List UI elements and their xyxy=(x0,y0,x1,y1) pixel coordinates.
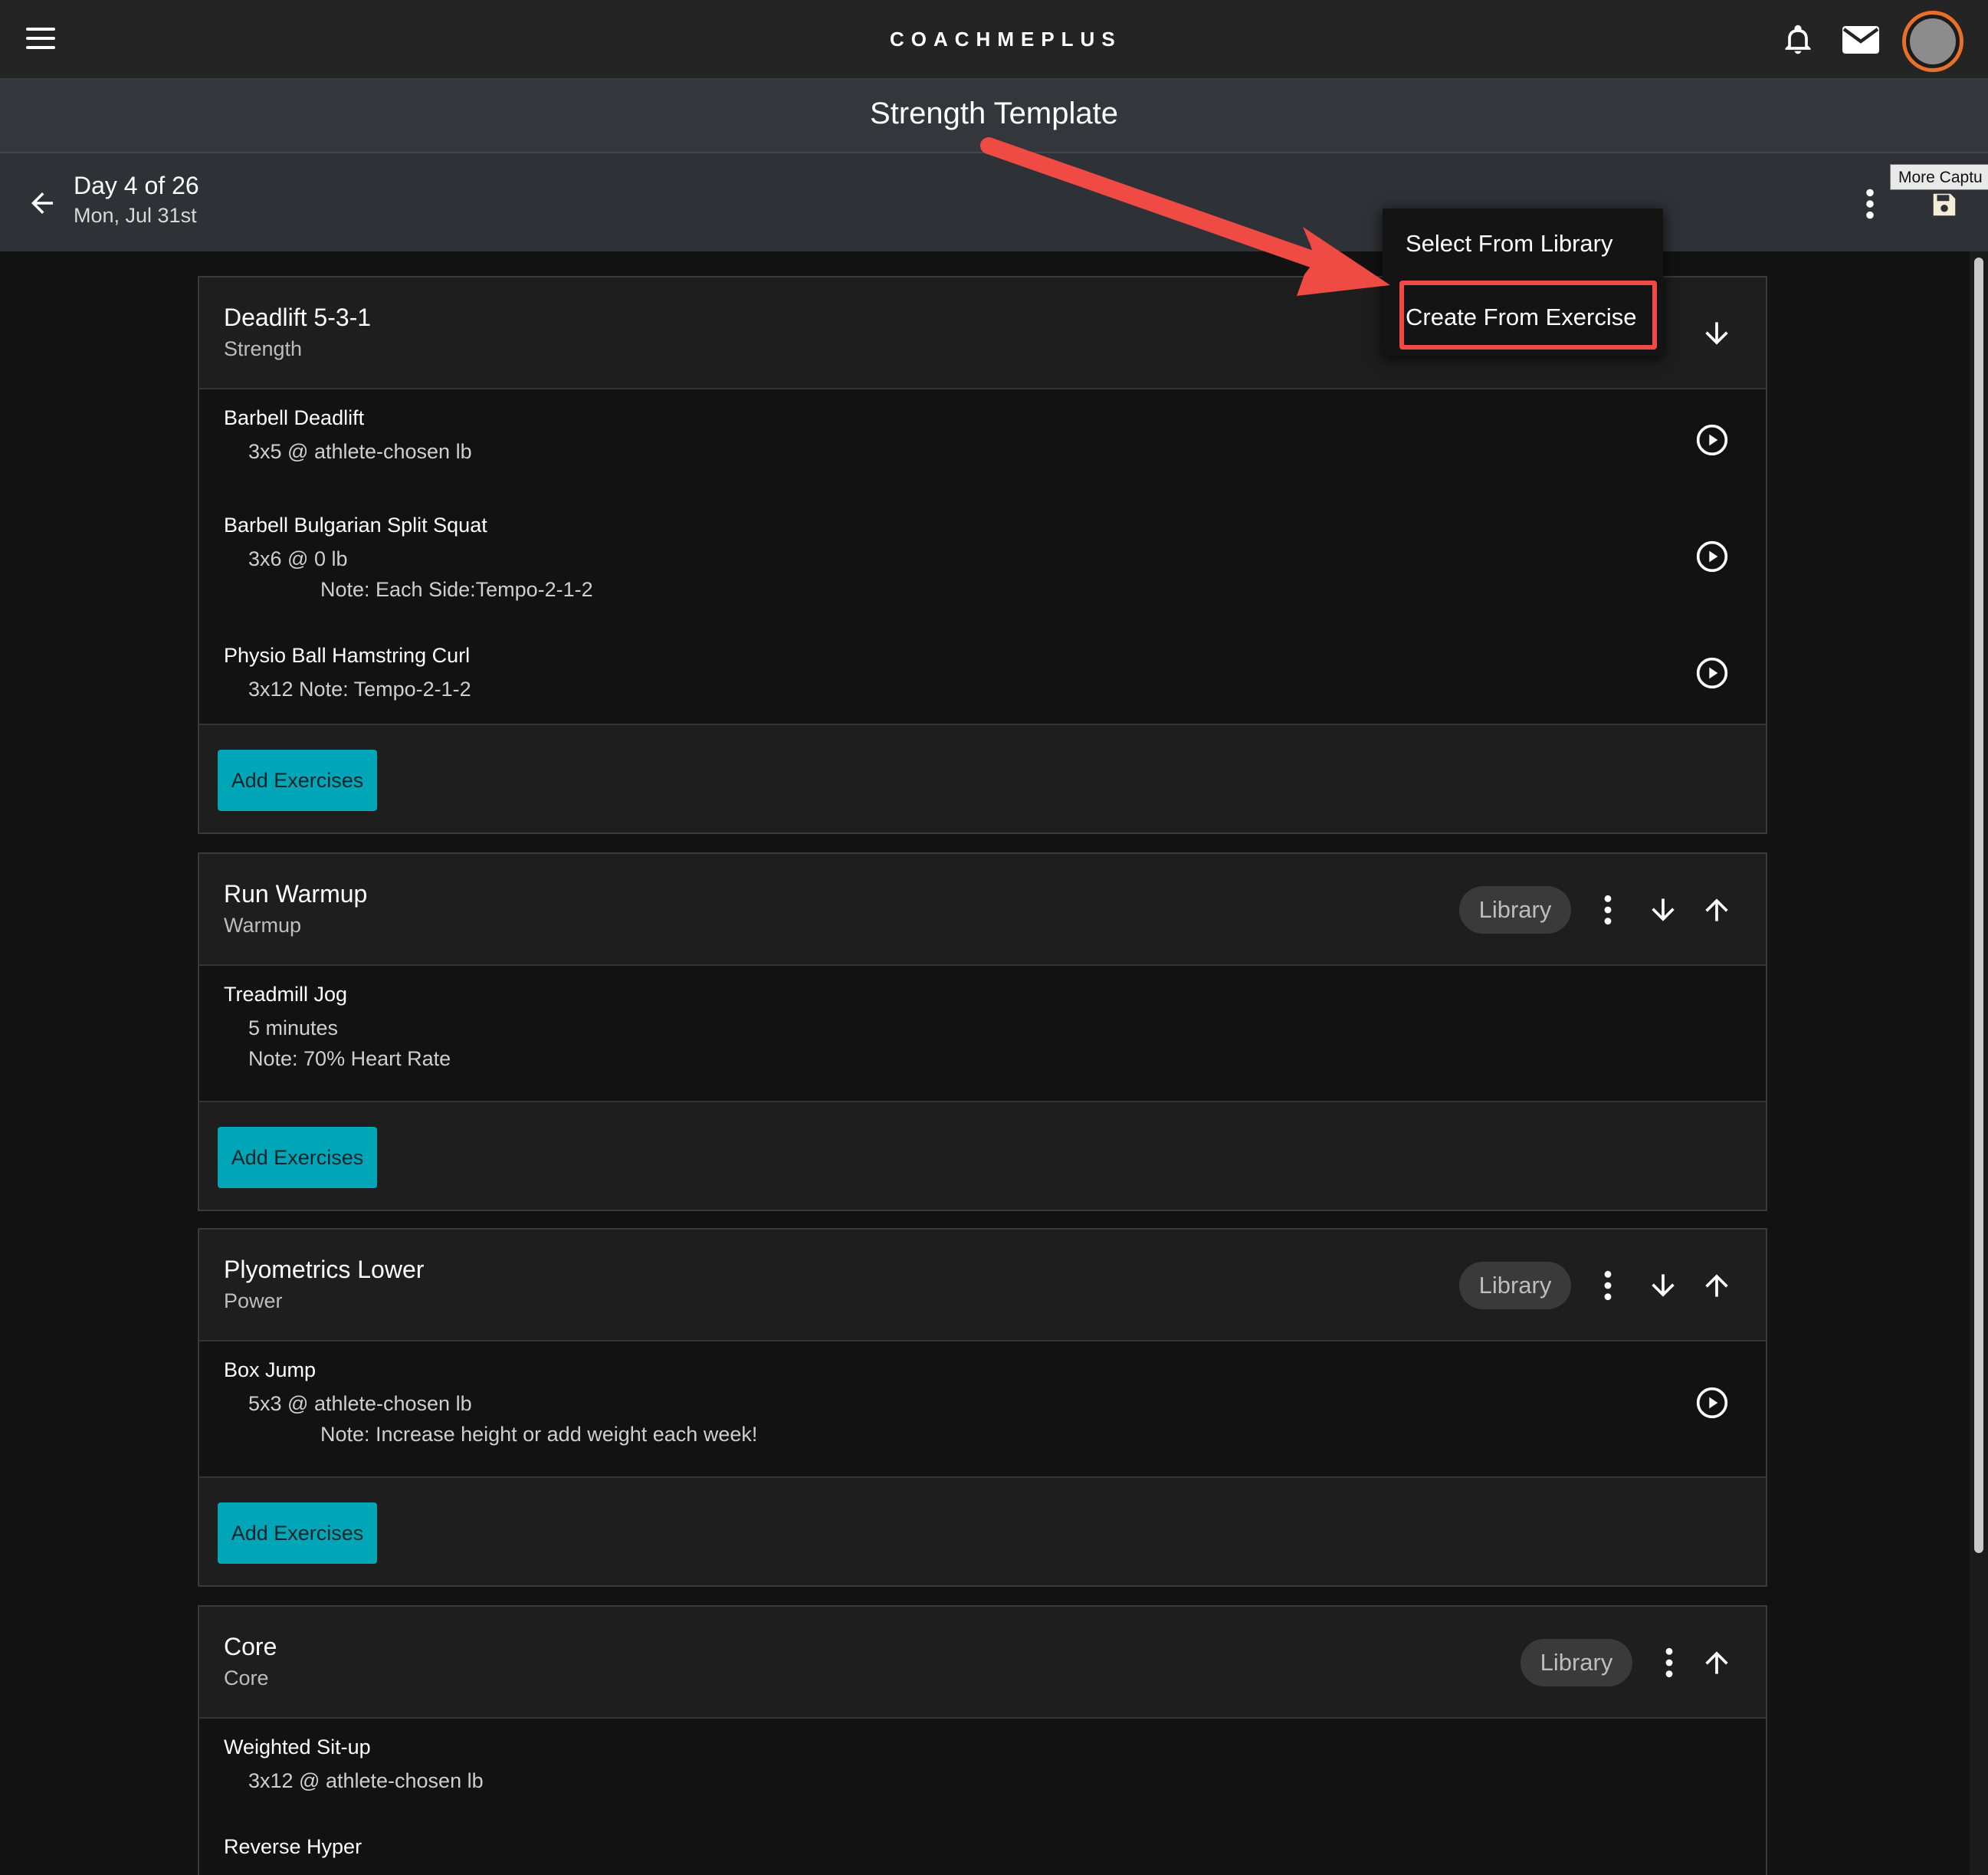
day-title: Day 4 of 26 xyxy=(74,172,199,199)
move-down-arrow-icon[interactable] xyxy=(1700,317,1734,350)
exercise-prescription: 3x12 Note: Tempo-2-1-2 xyxy=(248,678,471,701)
play-video-icon[interactable] xyxy=(1695,540,1729,573)
top-app-bar: COACHMEPLUS xyxy=(0,0,1988,80)
exercise-name: Weighted Sit-up xyxy=(224,1735,371,1758)
exercise-prescription: 3x5 @ athlete-chosen lb xyxy=(248,440,472,463)
library-chip[interactable]: Library xyxy=(1459,1262,1571,1309)
list-item[interactable]: Weighted Sit-up 3x12 @ athlete-chosen lb xyxy=(199,1719,1766,1818)
workout-content: Deadlift 5-3-1 Strength Barbell Deadlift… xyxy=(0,251,1970,1875)
move-up-arrow-icon[interactable] xyxy=(1700,1269,1734,1302)
list-item[interactable]: Box Jump 5x3 @ athlete-chosen lb Note: I… xyxy=(199,1341,1766,1476)
exercise-prescription: 3x6 @ 0 lb xyxy=(248,547,348,570)
save-icon[interactable] xyxy=(1930,190,1959,219)
exercise-name: Box Jump xyxy=(224,1358,317,1381)
section-core: Core Core Library Weighted Sit-up 3x12 @… xyxy=(198,1605,1767,1875)
section-category: Warmup xyxy=(224,914,302,937)
add-exercises-button[interactable]: Add Exercises xyxy=(218,1127,377,1188)
more-options-icon[interactable] xyxy=(1652,1646,1686,1680)
section-title: Run Warmup xyxy=(224,880,368,908)
exercise-list: Barbell Deadlift 3x5 @ athlete-chosen lb… xyxy=(199,389,1766,724)
exercise-note: Note: Increase height or add weight each… xyxy=(320,1423,758,1446)
exercise-note: Note: Each Side:Tempo-2-1-2 xyxy=(320,578,593,601)
exercise-list: Weighted Sit-up 3x12 @ athlete-chosen lb… xyxy=(199,1719,1766,1875)
section-header: Plyometrics Lower Power Library xyxy=(199,1230,1766,1341)
template-title-bar: Strength Template xyxy=(0,80,1988,153)
list-item[interactable]: Treadmill Jog 5 minutes Note: 70% Heart … xyxy=(199,966,1766,1101)
section-category: Power xyxy=(224,1289,283,1312)
exercise-prescription: 5x3 @ athlete-chosen lb xyxy=(248,1392,472,1415)
section-footer: Add Exercises xyxy=(199,1101,1766,1211)
move-down-arrow-icon[interactable] xyxy=(1646,1269,1680,1302)
library-chip[interactable]: Library xyxy=(1459,886,1571,934)
add-exercises-button[interactable]: Add Exercises xyxy=(218,750,377,811)
list-item[interactable]: Physio Ball Hamstring Curl 3x12 Note: Te… xyxy=(199,627,1766,724)
section-plyometrics-lower: Plyometrics Lower Power Library Box Jump… xyxy=(198,1228,1767,1587)
section-title: Plyometrics Lower xyxy=(224,1256,425,1283)
section-title: Deadlift 5-3-1 xyxy=(224,304,372,331)
page-title: Strength Template xyxy=(870,97,1118,130)
section-deadlift: Deadlift 5-3-1 Strength Barbell Deadlift… xyxy=(198,276,1767,834)
messages-mail-icon[interactable] xyxy=(1842,26,1879,54)
section-header: Run Warmup Warmup Library xyxy=(199,854,1766,966)
app-logo[interactable]: COACHMEPLUS xyxy=(881,28,1115,51)
play-video-icon[interactable] xyxy=(1695,1386,1729,1420)
day-navigation-bar: Day 4 of 26 Mon, Jul 31st xyxy=(0,153,1988,251)
menu-item-select-from-library[interactable]: Select From Library xyxy=(1406,230,1612,258)
exercise-name: Treadmill Jog xyxy=(224,983,348,1006)
exercise-name: Barbell Deadlift xyxy=(224,406,365,429)
hamburger-menu-icon[interactable] xyxy=(26,25,60,54)
exercise-list: Treadmill Jog 5 minutes Note: 70% Heart … xyxy=(199,966,1766,1101)
exercise-note: Note: 70% Heart Rate xyxy=(248,1047,451,1070)
more-options-icon[interactable] xyxy=(1591,1269,1625,1302)
exercise-name: Reverse Hyper xyxy=(224,1835,362,1858)
annotation-highlight-box xyxy=(1399,281,1657,350)
exercise-name: Physio Ball Hamstring Curl xyxy=(224,644,471,667)
library-chip[interactable]: Library xyxy=(1521,1639,1632,1686)
user-avatar[interactable] xyxy=(1902,11,1963,72)
notifications-bell-icon[interactable] xyxy=(1781,21,1815,58)
move-down-arrow-icon[interactable] xyxy=(1646,893,1680,927)
list-item[interactable]: Barbell Bulgarian Split Squat 3x6 @ 0 lb… xyxy=(199,497,1766,627)
logo-mark-icon xyxy=(881,29,884,49)
move-up-arrow-icon[interactable] xyxy=(1700,893,1734,927)
exercise-name: Barbell Bulgarian Split Squat xyxy=(224,514,487,537)
exercise-prescription: 5 minutes xyxy=(248,1016,339,1039)
exercise-list: Box Jump 5x3 @ athlete-chosen lb Note: I… xyxy=(199,1341,1766,1476)
scrollbar-thumb[interactable] xyxy=(1974,258,1983,1553)
list-item[interactable]: Reverse Hyper xyxy=(199,1818,1766,1875)
logo-text: COACHMEPLUS xyxy=(890,27,1122,51)
section-title: Core xyxy=(224,1633,277,1660)
section-footer: Add Exercises xyxy=(199,1476,1766,1587)
section-footer: Add Exercises xyxy=(199,724,1766,834)
section-run-warmup: Run Warmup Warmup Library Treadmill Jog … xyxy=(198,852,1767,1211)
play-video-icon[interactable] xyxy=(1695,423,1729,457)
more-options-icon[interactable] xyxy=(1591,893,1625,927)
back-arrow-icon[interactable] xyxy=(26,187,58,219)
section-header: Core Core Library xyxy=(199,1607,1766,1719)
tooltip: More Captu xyxy=(1890,164,1988,190)
section-category: Core xyxy=(224,1666,269,1689)
section-category: Strength xyxy=(224,337,303,360)
move-up-arrow-icon[interactable] xyxy=(1700,1646,1734,1680)
scrollbar[interactable] xyxy=(1970,251,1988,1875)
play-video-icon[interactable] xyxy=(1695,656,1729,690)
day-date: Mon, Jul 31st xyxy=(74,204,197,227)
add-exercises-button[interactable]: Add Exercises xyxy=(218,1502,377,1564)
more-options-icon[interactable] xyxy=(1861,187,1879,221)
exercise-prescription: 3x12 @ athlete-chosen lb xyxy=(248,1769,484,1792)
list-item[interactable]: Barbell Deadlift 3x5 @ athlete-chosen lb xyxy=(199,389,1766,497)
